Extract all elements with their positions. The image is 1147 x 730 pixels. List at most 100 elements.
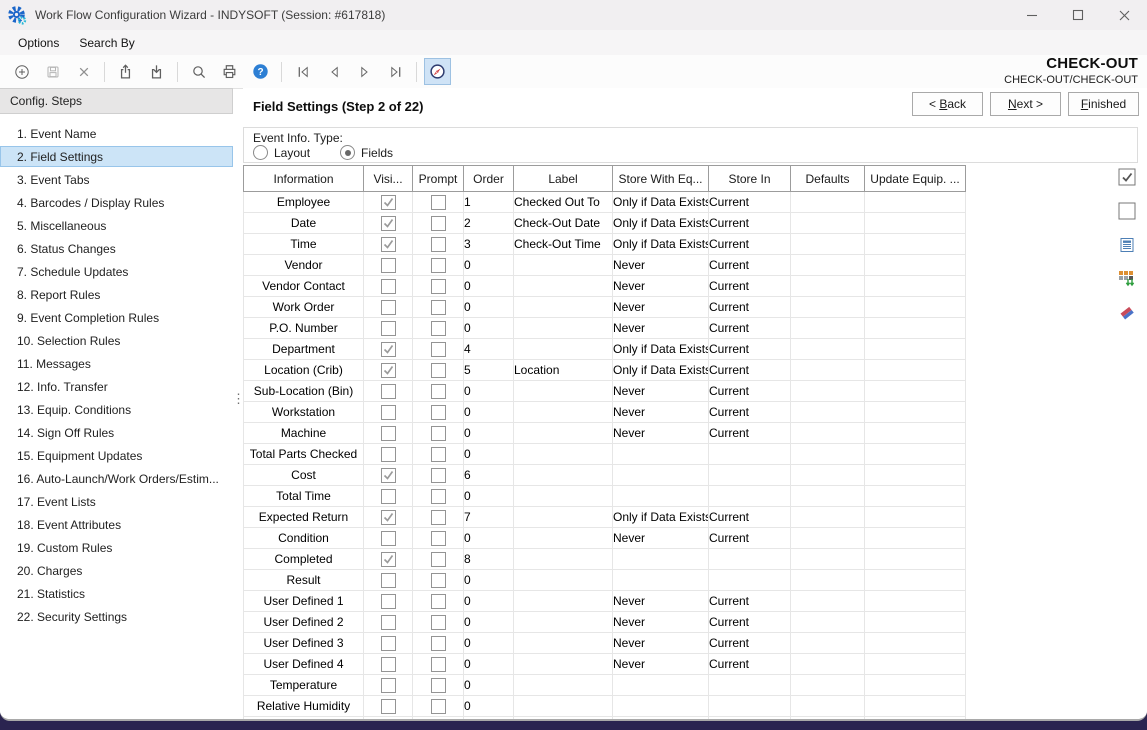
cell-defaults[interactable]: [791, 381, 865, 402]
checkbox-unchecked-icon[interactable]: [381, 678, 396, 693]
cell-label[interactable]: [514, 486, 613, 507]
cell-store-in[interactable]: [709, 696, 791, 717]
cell-store-in[interactable]: Current: [709, 633, 791, 654]
cell-order[interactable]: 0: [464, 570, 514, 591]
cell-defaults[interactable]: [791, 465, 865, 486]
sidebar-item-step-3[interactable]: 3. Event Tabs: [0, 169, 233, 190]
cell-visible[interactable]: [364, 675, 413, 696]
cell-update-equipment[interactable]: [865, 486, 966, 507]
checkbox-unchecked-icon[interactable]: [431, 573, 446, 588]
cell-store-with-equipment[interactable]: [613, 696, 709, 717]
cell-order[interactable]: 0: [464, 633, 514, 654]
checkbox-unchecked-icon[interactable]: [431, 678, 446, 693]
cell-update-equipment[interactable]: [865, 192, 966, 213]
cell-label[interactable]: [514, 423, 613, 444]
cell-store-in[interactable]: [709, 717, 791, 720]
cell-prompt[interactable]: [413, 633, 464, 654]
cell-order[interactable]: 0: [464, 591, 514, 612]
cell-order[interactable]: 0: [464, 486, 514, 507]
export-icon[interactable]: [112, 58, 139, 85]
next-button[interactable]: Next >: [990, 92, 1061, 116]
cell-prompt[interactable]: [413, 255, 464, 276]
cell-visible[interactable]: [364, 255, 413, 276]
cell-store-in[interactable]: Current: [709, 402, 791, 423]
cell-label[interactable]: [514, 276, 613, 297]
cell-store-with-equipment[interactable]: [613, 549, 709, 570]
minimize-button[interactable]: [1009, 0, 1055, 30]
cell-visible[interactable]: [364, 486, 413, 507]
cell-update-equipment[interactable]: [865, 276, 966, 297]
cell-prompt[interactable]: [413, 276, 464, 297]
panel-splitter[interactable]: ⋮: [231, 88, 243, 719]
cell-store-in[interactable]: Current: [709, 234, 791, 255]
cell-label[interactable]: [514, 633, 613, 654]
cell-visible[interactable]: [364, 213, 413, 234]
column-header-order[interactable]: Order: [464, 166, 514, 192]
nav-next-icon[interactable]: [351, 58, 378, 85]
cell-store-with-equipment[interactable]: Never: [613, 402, 709, 423]
cell-defaults[interactable]: [791, 507, 865, 528]
cell-visible[interactable]: [364, 696, 413, 717]
cell-label[interactable]: [514, 654, 613, 675]
checkbox-unchecked-icon[interactable]: [381, 657, 396, 672]
checkbox-unchecked-icon[interactable]: [431, 300, 446, 315]
sidebar-item-step-14[interactable]: 14. Sign Off Rules: [0, 422, 233, 443]
cell-store-in[interactable]: Current: [709, 381, 791, 402]
sidebar-item-step-21[interactable]: 21. Statistics: [0, 583, 233, 604]
cell-defaults[interactable]: [791, 654, 865, 675]
cell-prompt[interactable]: [413, 717, 464, 720]
cell-store-with-equipment[interactable]: Only if Data Exists: [613, 192, 709, 213]
cell-update-equipment[interactable]: [865, 633, 966, 654]
delete-icon[interactable]: [70, 58, 97, 85]
cell-label[interactable]: [514, 675, 613, 696]
cell-order[interactable]: 0: [464, 255, 514, 276]
cell-label[interactable]: [514, 444, 613, 465]
cell-update-equipment[interactable]: [865, 339, 966, 360]
checkbox-unchecked-icon[interactable]: [431, 699, 446, 714]
cell-store-in[interactable]: Current: [709, 423, 791, 444]
cell-visible[interactable]: [364, 360, 413, 381]
cell-prompt[interactable]: [413, 360, 464, 381]
nav-first-icon[interactable]: [289, 58, 316, 85]
save-icon[interactable]: [39, 58, 66, 85]
import-icon[interactable]: [143, 58, 170, 85]
cell-label[interactable]: Check-Out Time: [514, 234, 613, 255]
cell-visible[interactable]: [364, 465, 413, 486]
cell-label[interactable]: [514, 570, 613, 591]
sidebar-item-step-19[interactable]: 19. Custom Rules: [0, 537, 233, 558]
cell-store-with-equipment[interactable]: Never: [613, 318, 709, 339]
clear-all-checkbox-icon[interactable]: [1118, 202, 1136, 220]
cell-store-in[interactable]: Current: [709, 213, 791, 234]
cell-store-with-equipment[interactable]: Never: [613, 276, 709, 297]
checkbox-unchecked-icon[interactable]: [431, 363, 446, 378]
checkbox-unchecked-icon[interactable]: [431, 489, 446, 504]
sidebar-item-step-20[interactable]: 20. Charges: [0, 560, 233, 581]
sidebar-item-step-16[interactable]: 16. Auto-Launch/Work Orders/Estim...: [0, 468, 233, 489]
cell-update-equipment[interactable]: [865, 465, 966, 486]
checkbox-checked-icon[interactable]: [381, 363, 396, 378]
cell-prompt[interactable]: [413, 318, 464, 339]
cell-update-equipment[interactable]: [865, 675, 966, 696]
cell-store-with-equipment[interactable]: Only if Data Exists: [613, 507, 709, 528]
cell-defaults[interactable]: [791, 549, 865, 570]
checkbox-unchecked-icon[interactable]: [431, 657, 446, 672]
cell-visible[interactable]: [364, 507, 413, 528]
cell-store-in[interactable]: Current: [709, 612, 791, 633]
cell-prompt[interactable]: [413, 402, 464, 423]
checkbox-unchecked-icon[interactable]: [431, 216, 446, 231]
checkbox-unchecked-icon[interactable]: [381, 531, 396, 546]
column-header-store-with-eq[interactable]: Store With Eq...: [613, 166, 709, 192]
sidebar-item-step-7[interactable]: 7. Schedule Updates: [0, 261, 233, 282]
cell-store-in[interactable]: [709, 486, 791, 507]
cell-store-with-equipment[interactable]: Only if Data Exists: [613, 234, 709, 255]
cell-defaults[interactable]: [791, 297, 865, 318]
cell-prompt[interactable]: [413, 213, 464, 234]
cell-order[interactable]: 0: [464, 444, 514, 465]
sidebar-item-step-11[interactable]: 11. Messages: [0, 353, 233, 374]
cell-prompt[interactable]: [413, 192, 464, 213]
cell-prompt[interactable]: [413, 591, 464, 612]
cell-defaults[interactable]: [791, 717, 865, 720]
cell-label[interactable]: [514, 297, 613, 318]
menu-item-search-by[interactable]: Search By: [69, 32, 144, 54]
cell-visible[interactable]: [364, 444, 413, 465]
